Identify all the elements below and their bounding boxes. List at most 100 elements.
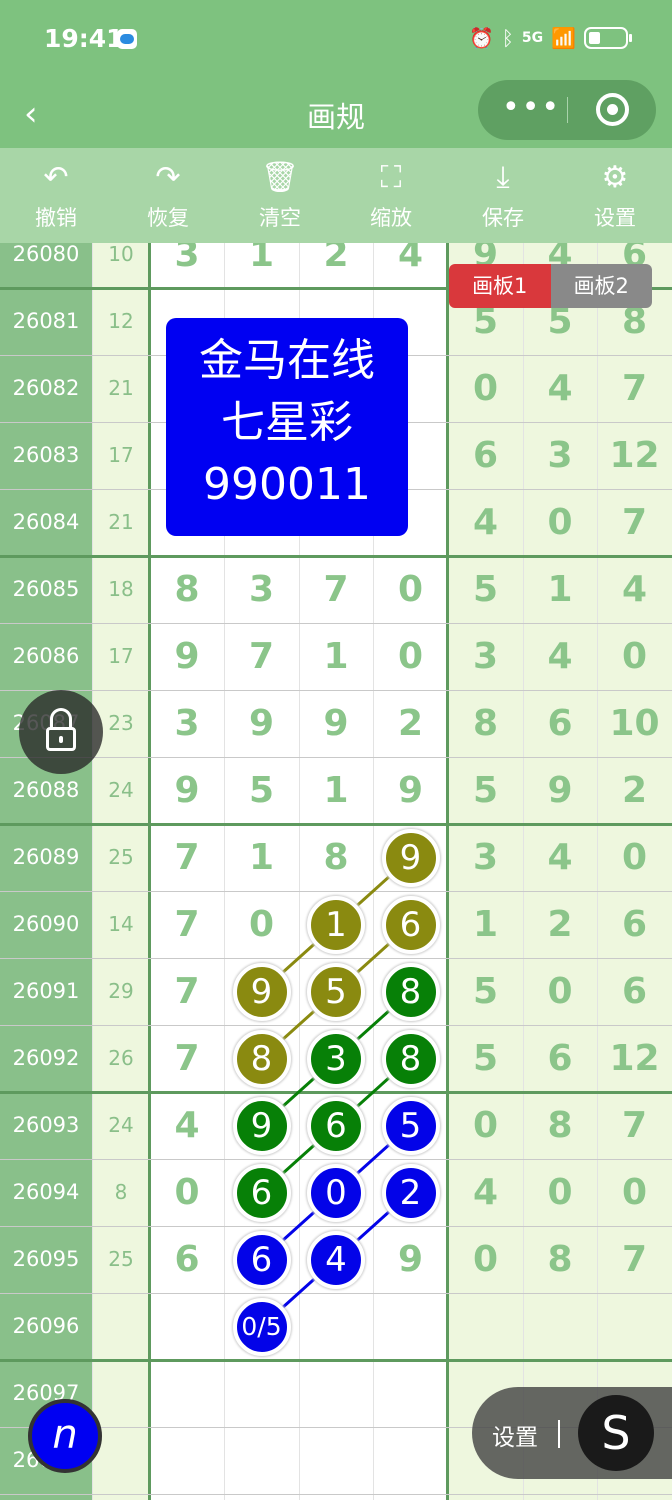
digit-cell[interactable]: 6: [150, 1226, 224, 1293]
digit-cell[interactable]: 0: [448, 1226, 523, 1293]
digit-cell[interactable]: 7: [150, 958, 224, 1025]
digit-cell[interactable]: 4: [448, 489, 523, 556]
marked-ball[interactable]: 0: [307, 1163, 365, 1222]
tab-board-1[interactable]: 画板1: [449, 264, 551, 308]
digit-cell[interactable]: 9: [150, 623, 224, 690]
marked-ball[interactable]: 6: [232, 1163, 291, 1222]
digit-cell[interactable]: 8: [448, 690, 523, 757]
digit-cell[interactable]: 0: [523, 1159, 597, 1226]
marked-ball[interactable]: 9: [381, 828, 440, 887]
digit-cell[interactable]: 0: [373, 623, 448, 690]
digit-cell[interactable]: 3: [224, 556, 299, 623]
marked-ball[interactable]: 9: [232, 962, 291, 1021]
redo-button[interactable]: ↷ 恢复: [123, 158, 213, 232]
digit-cell[interactable]: 12: [597, 422, 672, 489]
digit-cell[interactable]: 7: [150, 891, 224, 958]
digit-cell[interactable]: 5: [224, 757, 299, 824]
digit-cell[interactable]: 8: [299, 824, 373, 891]
digit-cell[interactable]: 0: [597, 623, 672, 690]
marked-ball[interactable]: 3: [307, 1029, 365, 1088]
digit-cell[interactable]: 12: [597, 1025, 672, 1092]
digit-cell[interactable]: 7: [150, 824, 224, 891]
digit-cell[interactable]: 4: [150, 1092, 224, 1159]
digit-cell[interactable]: 9: [299, 690, 373, 757]
digit-cell[interactable]: 10: [597, 690, 672, 757]
digit-cell[interactable]: 4: [373, 243, 448, 288]
digit-cell[interactable]: [299, 1360, 373, 1427]
marked-ball[interactable]: 8: [381, 1029, 440, 1088]
digit-cell[interactable]: 9: [150, 757, 224, 824]
digit-cell[interactable]: [224, 1360, 299, 1427]
digit-cell[interactable]: [150, 1360, 224, 1427]
digit-cell[interactable]: 7: [597, 355, 672, 422]
digit-cell[interactable]: [448, 1293, 523, 1360]
marked-ball[interactable]: 5: [307, 962, 365, 1021]
digit-cell[interactable]: 5: [448, 1025, 523, 1092]
digit-cell[interactable]: 3: [448, 623, 523, 690]
digit-cell[interactable]: 1: [224, 824, 299, 891]
digit-cell[interactable]: [373, 1360, 448, 1427]
digit-cell[interactable]: 7: [597, 489, 672, 556]
digit-cell[interactable]: 0: [373, 556, 448, 623]
save-button[interactable]: ⤓ 保存: [458, 158, 548, 232]
pen-button[interactable]: n: [28, 1399, 102, 1473]
marked-ball[interactable]: 0/5: [232, 1297, 291, 1356]
marked-ball[interactable]: 5: [381, 1096, 440, 1155]
digit-cell[interactable]: 3: [150, 690, 224, 757]
digit-cell[interactable]: 2: [523, 891, 597, 958]
digit-cell[interactable]: 2: [373, 690, 448, 757]
digit-cell[interactable]: [224, 1427, 299, 1494]
marked-ball[interactable]: 8: [381, 962, 440, 1021]
undo-button[interactable]: ↶ 撤销: [11, 158, 101, 232]
digit-cell[interactable]: 1: [224, 243, 299, 288]
marked-ball[interactable]: 6: [232, 1230, 291, 1289]
digit-cell[interactable]: 9: [523, 757, 597, 824]
digit-cell[interactable]: 6: [597, 891, 672, 958]
digit-cell[interactable]: 0: [448, 355, 523, 422]
digit-cell[interactable]: 0: [523, 489, 597, 556]
digit-cell[interactable]: 9: [373, 1226, 448, 1293]
marked-ball[interactable]: 6: [381, 895, 440, 954]
more-dots-icon[interactable]: •••: [502, 90, 561, 125]
digit-cell[interactable]: 4: [523, 824, 597, 891]
digit-cell[interactable]: 6: [597, 958, 672, 1025]
digit-cell[interactable]: 9: [373, 757, 448, 824]
digit-cell[interactable]: 6: [448, 422, 523, 489]
digit-cell[interactable]: [373, 1427, 448, 1494]
digit-cell[interactable]: 3: [448, 824, 523, 891]
digit-cell[interactable]: [597, 1293, 672, 1360]
digit-cell[interactable]: 9: [224, 690, 299, 757]
digit-cell[interactable]: 0: [224, 891, 299, 958]
digit-cell[interactable]: [523, 1293, 597, 1360]
digit-cell[interactable]: 0: [597, 1159, 672, 1226]
digit-cell[interactable]: 7: [299, 556, 373, 623]
digit-cell[interactable]: 5: [448, 958, 523, 1025]
digit-cell[interactable]: 3: [523, 422, 597, 489]
digit-cell[interactable]: 8: [150, 556, 224, 623]
marked-ball[interactable]: 6: [307, 1096, 365, 1155]
digit-cell[interactable]: 1: [299, 623, 373, 690]
digit-cell[interactable]: 4: [597, 556, 672, 623]
digit-cell[interactable]: 1: [299, 757, 373, 824]
digit-cell[interactable]: [373, 1293, 448, 1360]
digit-cell[interactable]: 0: [150, 1159, 224, 1226]
digit-cell[interactable]: 7: [597, 1092, 672, 1159]
digit-cell[interactable]: 0: [597, 824, 672, 891]
digit-cell[interactable]: [299, 1427, 373, 1494]
digit-cell[interactable]: 0: [523, 958, 597, 1025]
digit-cell[interactable]: 5: [448, 757, 523, 824]
lock-button[interactable]: [19, 690, 103, 774]
marked-ball[interactable]: 8: [232, 1029, 291, 1088]
digit-cell[interactable]: 4: [523, 623, 597, 690]
digit-cell[interactable]: 4: [448, 1159, 523, 1226]
marked-ball[interactable]: 9: [232, 1096, 291, 1155]
digit-cell[interactable]: 7: [597, 1226, 672, 1293]
digit-cell[interactable]: 8: [523, 1092, 597, 1159]
digit-cell[interactable]: 4: [523, 355, 597, 422]
marked-ball[interactable]: 1: [307, 895, 365, 954]
settings-button[interactable]: ⚙ 设置: [570, 158, 660, 232]
target-icon[interactable]: [596, 93, 629, 126]
digit-cell[interactable]: 2: [597, 757, 672, 824]
zoom-button[interactable]: ⛶ 缩放: [346, 158, 436, 232]
digit-cell[interactable]: 5: [448, 556, 523, 623]
